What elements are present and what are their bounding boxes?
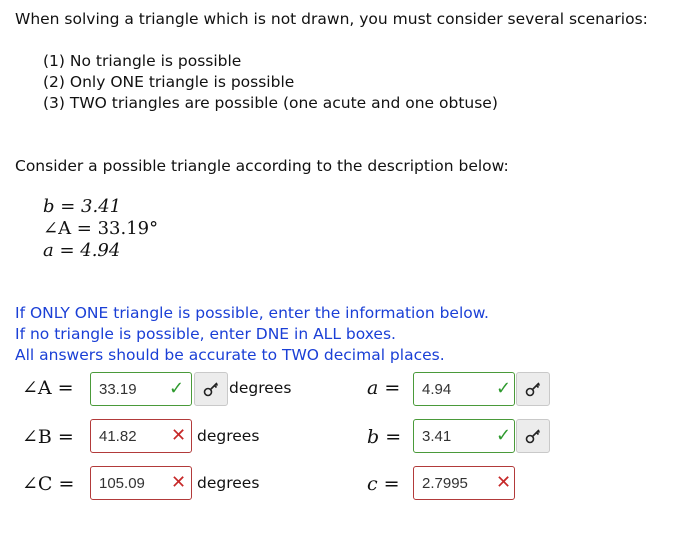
angle-b-field[interactable]: ✕	[90, 419, 192, 453]
key-icon	[203, 382, 219, 397]
angle-c-unit: degrees	[197, 474, 260, 492]
angle-a-unit: degrees	[229, 379, 292, 397]
given-b: b = 3.41	[43, 196, 122, 217]
angle-b-label: ∠B =	[22, 426, 74, 448]
checkmark-icon: ✓	[496, 378, 512, 399]
side-b-key-button[interactable]	[516, 419, 550, 453]
angle-a-key-button[interactable]	[194, 372, 228, 406]
instruction-3: All answers should be accurate to TWO de…	[15, 346, 445, 364]
side-b-field[interactable]: ✓	[413, 419, 515, 453]
side-a-field[interactable]: ✓	[413, 372, 515, 406]
x-mark-icon: ✕	[171, 425, 187, 446]
side-c-field[interactable]: ✕	[413, 466, 515, 500]
intro-heading: When solving a triangle which is not dra…	[15, 10, 648, 28]
instruction-2: If no triangle is possible, enter DNE in…	[15, 325, 396, 343]
side-b-input[interactable]	[414, 421, 482, 451]
side-a-input[interactable]	[414, 374, 482, 404]
checkmark-icon: ✓	[496, 425, 512, 446]
angle-c-input[interactable]	[91, 468, 159, 498]
key-icon	[525, 429, 541, 444]
angle-a-field[interactable]: ✓	[90, 372, 192, 406]
angle-b-unit: degrees	[197, 427, 260, 445]
x-mark-icon: ✕	[171, 472, 187, 493]
angle-a-input[interactable]	[91, 374, 159, 404]
scenario-2: (2) Only ONE triangle is possible	[43, 73, 295, 91]
angle-b-input[interactable]	[91, 421, 159, 451]
side-c-input[interactable]	[414, 468, 492, 498]
problem-prompt: Consider a possible triangle according t…	[15, 157, 509, 175]
x-mark-icon: ✕	[496, 472, 512, 493]
angle-a-label: ∠A =	[22, 377, 74, 399]
side-a-label: a =	[367, 377, 401, 399]
given-a: a = 4.94	[43, 240, 121, 261]
angle-c-label: ∠C =	[22, 473, 75, 495]
angle-c-field[interactable]: ✕	[90, 466, 192, 500]
side-a-key-button[interactable]	[516, 372, 550, 406]
scenario-3: (3) TWO triangles are possible (one acut…	[43, 94, 498, 112]
scenario-1: (1) No triangle is possible	[43, 52, 242, 70]
key-icon	[525, 382, 541, 397]
instruction-1: If ONLY ONE triangle is possible, enter …	[15, 304, 489, 322]
side-b-label: b =	[367, 426, 402, 448]
checkmark-icon: ✓	[169, 378, 185, 399]
given-angle-a: ∠A = 33.19°	[43, 218, 159, 239]
side-c-label: c =	[367, 473, 400, 495]
